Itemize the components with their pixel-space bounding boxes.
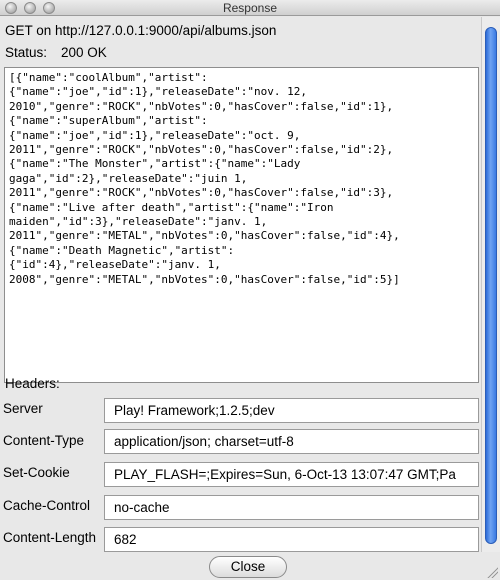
- header-label-content-type: Content-Type: [3, 433, 85, 448]
- response-content: GET on http://127.0.0.1:9000/api/albums.…: [0, 17, 480, 552]
- header-label-server: Server: [3, 401, 43, 416]
- footer: Close: [0, 552, 500, 580]
- title-bar[interactable]: Response: [0, 0, 500, 16]
- header-label-set-cookie: Set-Cookie: [3, 465, 70, 480]
- header-value-set-cookie[interactable]: PLAY_FLASH=;Expires=Sun, 6-Oct-13 13:07:…: [104, 462, 479, 487]
- vertical-scrollbar[interactable]: [481, 17, 500, 552]
- response-window: Response GET on http://127.0.0.1:9000/ap…: [0, 0, 500, 580]
- status-value: 200 OK: [61, 45, 107, 60]
- status-row: Status: 200 OK: [5, 45, 107, 60]
- header-value-cache-control[interactable]: no-cache: [104, 495, 479, 520]
- close-button[interactable]: Close: [209, 556, 287, 578]
- scrollbar-thumb[interactable]: [485, 27, 497, 544]
- request-line: GET on http://127.0.0.1:9000/api/albums.…: [5, 23, 277, 38]
- header-value-server[interactable]: Play! Framework;1.2.5;dev: [104, 398, 479, 423]
- response-body-textarea[interactable]: [{"name":"coolAlbum","artist": {"name":"…: [4, 67, 479, 383]
- header-value-content-type[interactable]: application/json; charset=utf-8: [104, 429, 479, 454]
- header-label-cache-control: Cache-Control: [3, 498, 91, 513]
- resize-grip-icon[interactable]: [486, 566, 498, 578]
- window-title: Response: [222, 1, 278, 15]
- header-value-content-length[interactable]: 682: [104, 527, 479, 552]
- status-label: Status:: [5, 45, 48, 60]
- headers-title: Headers:: [5, 376, 60, 391]
- header-label-content-length: Content-Length: [3, 530, 97, 545]
